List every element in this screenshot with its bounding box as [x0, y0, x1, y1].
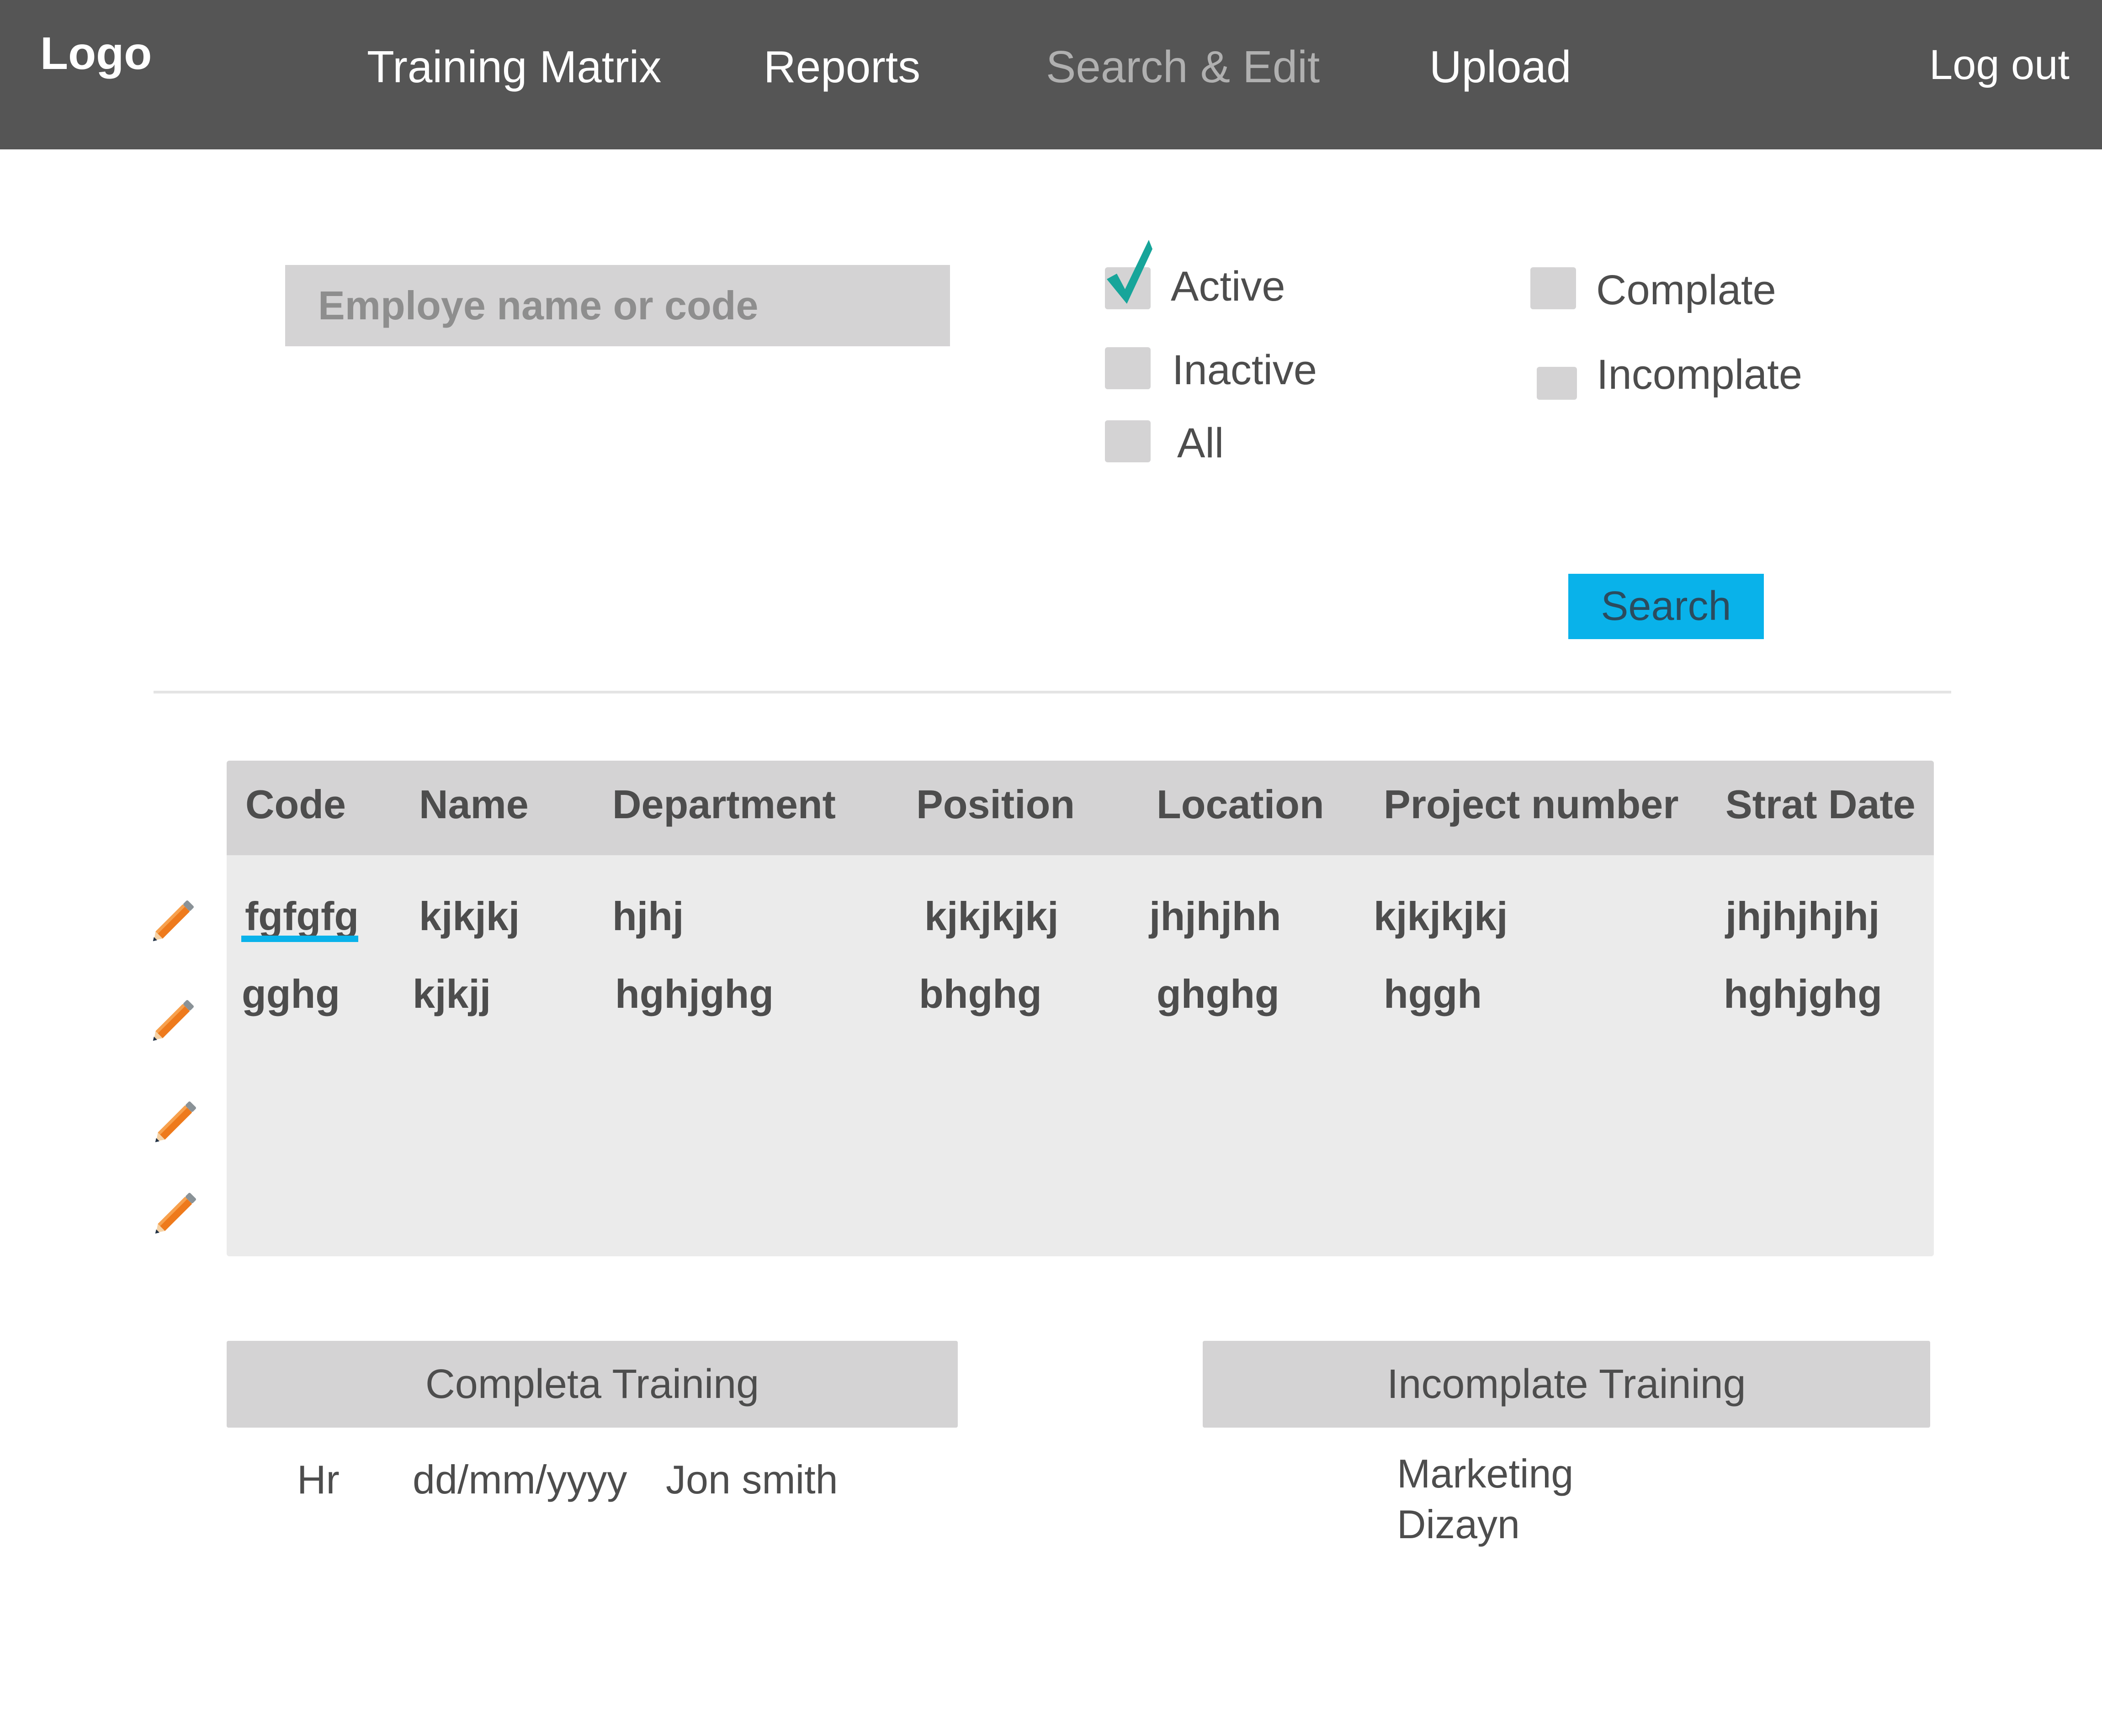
column-header-code[interactable]: Code	[245, 781, 346, 828]
table-cell: gghg	[242, 971, 340, 1016]
table-cell-code-link[interactable]: fgfgfg	[245, 893, 359, 940]
complate-checkbox[interactable]	[1530, 267, 1576, 309]
pencil-icon[interactable]	[144, 990, 203, 1050]
nav-search-edit[interactable]: Search & Edit	[1046, 41, 1320, 93]
training-employee-name: Jon smith	[666, 1457, 838, 1502]
pencil-icon[interactable]	[146, 1183, 206, 1243]
inactive-checkbox[interactable]	[1105, 347, 1151, 389]
table-cell: bhghg	[919, 971, 1042, 1016]
table-cell: jhjhjhh	[1149, 894, 1281, 939]
column-header-project-number[interactable]: Project number	[1384, 781, 1678, 828]
inactive-label: Inactive	[1172, 347, 1317, 393]
logout-link[interactable]: Log out	[1929, 41, 2070, 89]
logo: Logo	[40, 28, 152, 79]
table-cell: kjkjkjkj	[1374, 894, 1508, 939]
table-cell: ghghg	[1157, 971, 1279, 1016]
column-header-department[interactable]: Department	[612, 781, 836, 828]
search-button[interactable]: Search	[1568, 574, 1764, 639]
table-cell: kjkjj	[413, 971, 491, 1016]
training-date: dd/mm/yyyy	[413, 1457, 627, 1502]
top-navigation-bar: Logo Training Matrix Reports Search & Ed…	[0, 0, 2102, 149]
search-input[interactable]	[285, 265, 950, 346]
column-header-start-date[interactable]: Strat Date	[1725, 781, 1916, 828]
table-cell: jhjhjhjhj	[1725, 894, 1880, 939]
table-cell: hggh	[1384, 971, 1482, 1016]
all-label: All	[1177, 420, 1224, 466]
incomplete-training-header[interactable]: Incomplate Training	[1203, 1341, 1930, 1428]
active-checkbox[interactable]	[1105, 240, 1152, 309]
table-cell: hghjghg	[1724, 971, 1882, 1016]
nav-training-matrix[interactable]: Training Matrix	[367, 41, 661, 93]
training-department: Hr	[297, 1457, 340, 1502]
table-cell: kjkjkjkj	[924, 894, 1059, 939]
complate-label: Complate	[1596, 267, 1776, 313]
table-cell: hghjghg	[615, 971, 774, 1016]
incomplete-training-item: Dizayn	[1397, 1502, 1520, 1547]
link-underline	[241, 936, 358, 942]
table-cell: hjhj	[612, 894, 684, 939]
complete-training-header[interactable]: Completa Training	[227, 1341, 958, 1428]
pencil-icon[interactable]	[144, 891, 203, 950]
table-cell: kjkjkj	[419, 894, 520, 939]
incomplate-checkbox[interactable]	[1537, 367, 1577, 400]
incomplete-training-item: Marketing	[1397, 1451, 1574, 1496]
column-header-position[interactable]: Position	[916, 781, 1075, 828]
nav-upload[interactable]: Upload	[1429, 41, 1571, 93]
checkmark-icon	[1107, 240, 1152, 304]
pencil-icon[interactable]	[146, 1092, 206, 1151]
all-checkbox[interactable]	[1105, 420, 1151, 462]
column-header-name[interactable]: Name	[419, 781, 529, 828]
active-label: Active	[1171, 263, 1285, 310]
divider	[154, 691, 1951, 693]
nav-reports[interactable]: Reports	[764, 41, 920, 93]
incomplate-label: Incomplate	[1597, 351, 1803, 398]
column-header-location[interactable]: Location	[1157, 781, 1324, 828]
